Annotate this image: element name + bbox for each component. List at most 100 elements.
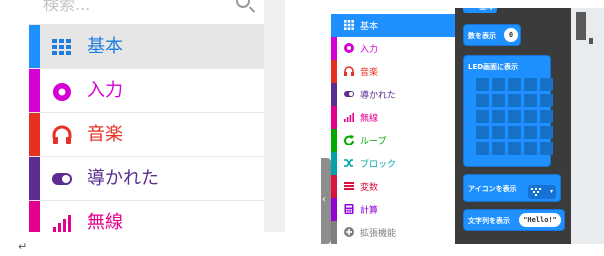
category-label: 拡張機能 <box>360 229 397 239</box>
led-cell[interactable] <box>492 78 505 91</box>
led-cell[interactable] <box>508 142 521 155</box>
icon-dropdown[interactable]: ▾ <box>528 185 556 199</box>
category-input[interactable]: 入力 <box>29 68 264 112</box>
led-cell[interactable] <box>540 110 553 123</box>
category-radio[interactable]: 無線 <box>331 106 456 129</box>
show-string-block[interactable]: 文字列を表示 "Hello!" <box>463 209 565 231</box>
flyout-header: 基本 <box>463 8 497 13</box>
category-color-bar <box>331 83 337 106</box>
chevron-left-icon: ‹ <box>322 194 326 205</box>
category-color-bar <box>331 106 337 129</box>
flyout-header-label: 基本 <box>479 8 495 12</box>
category-basic[interactable]: 基本 <box>331 14 456 37</box>
led-cell[interactable] <box>540 126 553 139</box>
category-label: 音楽 <box>87 124 123 145</box>
category-color-bar <box>29 25 40 68</box>
category-color-bar <box>331 37 337 60</box>
show-leds-block[interactable]: LED画面に表示 <box>463 55 553 167</box>
category-color-bar <box>29 113 40 156</box>
block-label: 数を表示 <box>468 32 496 40</box>
block-label: LED画面に表示 <box>468 63 519 71</box>
led-cell[interactable] <box>508 78 521 91</box>
category-color-bar <box>29 69 40 112</box>
category-label: 無線 <box>360 114 379 124</box>
led-cell[interactable] <box>524 126 537 139</box>
led-cell[interactable] <box>508 126 521 139</box>
category-led[interactable]: 導かれた <box>29 156 264 200</box>
category-label: ブロック <box>360 160 397 170</box>
led-grid[interactable] <box>476 78 556 158</box>
search-bar[interactable]: 検索... <box>29 0 264 24</box>
led-cell[interactable] <box>540 94 553 107</box>
category-variables[interactable]: 変数 <box>331 175 456 198</box>
led-cell[interactable] <box>476 142 489 155</box>
category-label: 導かれた <box>360 91 397 101</box>
category-extensions[interactable]: 拡張機能 <box>331 221 456 244</box>
workspace-toolbar-mark <box>589 38 593 44</box>
show-icon-block[interactable]: アイコンを表示 ▾ <box>463 174 561 202</box>
led-cell[interactable] <box>524 94 537 107</box>
calculator-icon <box>344 204 354 214</box>
signal-bars-icon <box>53 215 71 232</box>
led-cell[interactable] <box>476 94 489 107</box>
category-led[interactable]: 導かれた <box>331 83 456 106</box>
category-radio[interactable]: 無線 <box>29 200 264 232</box>
led-cell[interactable] <box>492 110 505 123</box>
category-label: 入力 <box>360 45 379 55</box>
led-cell[interactable] <box>476 110 489 123</box>
led-cell[interactable] <box>524 78 537 91</box>
number-input[interactable]: 0 <box>504 28 518 42</box>
block-flyout: 基本 数を表示 0 LED画面に表示 アイコンを表示 ▾ 文字列を表示 "Hel… <box>455 8 571 244</box>
category-music[interactable]: 音楽 <box>331 60 456 83</box>
category-label: 基本 <box>360 22 379 32</box>
category-color-bar <box>331 221 337 244</box>
block-label: 文字列を表示 <box>468 217 510 225</box>
plus-circle-icon <box>344 227 354 237</box>
chevron-down-icon: ▾ <box>550 188 554 195</box>
return-symbol: ↵ <box>18 240 28 253</box>
collapse-toolbox-button[interactable]: ‹ <box>321 158 331 244</box>
led-cell[interactable] <box>524 110 537 123</box>
category-logic[interactable]: ブロック <box>331 152 456 175</box>
toolbox-categories: 基本 入力 音楽 導かれた 無線 ループ ブロック 変数 計算 拡張機能 <box>331 8 456 244</box>
category-color-bar <box>331 129 337 152</box>
workspace-edge <box>264 0 285 232</box>
zoomed-toolbox: 検索... 基本 入力 音楽 導かれた 無線 <box>29 0 264 232</box>
led-cell[interactable] <box>476 78 489 91</box>
category-loops[interactable]: ループ <box>331 129 456 152</box>
led-cell[interactable] <box>540 78 553 91</box>
category-music[interactable]: 音楽 <box>29 112 264 156</box>
led-cell[interactable] <box>508 110 521 123</box>
category-label: 基本 <box>87 36 123 57</box>
radio-target-icon <box>344 43 354 53</box>
category-input[interactable]: 入力 <box>331 37 456 60</box>
toggle-icon <box>344 91 354 97</box>
led-cell[interactable] <box>508 94 521 107</box>
search-input[interactable]: 検索... <box>43 0 90 15</box>
led-cell[interactable] <box>540 142 553 155</box>
editor-screenshot: ‹ 基本 入力 音楽 導かれた 無線 ループ ブロック 変数 計算 拡張機能 数… <box>321 8 604 244</box>
show-number-block[interactable]: 数を表示 0 <box>463 24 521 46</box>
led-cell[interactable] <box>476 126 489 139</box>
category-label: 導かれた <box>87 168 159 189</box>
list-icon <box>344 182 354 190</box>
led-cell[interactable] <box>492 142 505 155</box>
category-color-bar <box>29 157 40 200</box>
category-label: 入力 <box>87 80 123 101</box>
search-icon[interactable] <box>236 0 250 8</box>
led-cell[interactable] <box>492 126 505 139</box>
category-basic[interactable]: 基本 <box>29 24 264 68</box>
category-label: 無線 <box>87 212 123 232</box>
grid-icon <box>52 39 71 55</box>
grid-icon <box>344 20 354 30</box>
led-cell[interactable] <box>524 142 537 155</box>
shuffle-icon <box>344 159 353 167</box>
category-color-bar <box>331 152 337 175</box>
category-math[interactable]: 計算 <box>331 198 456 221</box>
category-label: 計算 <box>360 206 379 216</box>
string-input[interactable]: "Hello!" <box>519 213 561 227</box>
headphones-icon <box>344 66 354 76</box>
category-color-bar <box>331 60 337 83</box>
led-cell[interactable] <box>492 94 505 107</box>
workspace-area[interactable] <box>571 8 604 244</box>
